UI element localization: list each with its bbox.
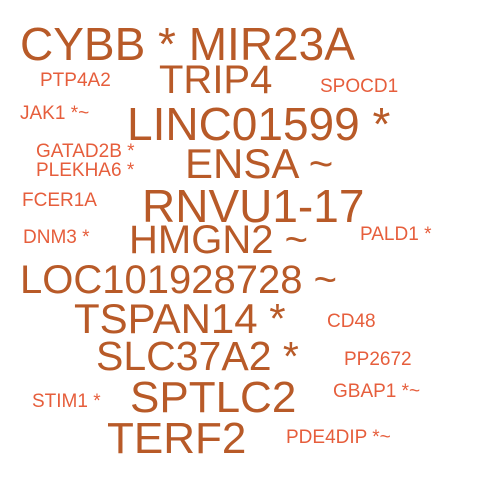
- word-spocd1: SPOCD1: [320, 76, 399, 97]
- word-plekha6: PLEKHA6 *: [36, 160, 135, 181]
- word-trip4: TRIP4: [159, 58, 273, 102]
- word-slc37a2: SLC37A2 *: [96, 333, 299, 379]
- word-jak1: JAK1 *~: [20, 103, 90, 124]
- word-cd48: CD48: [327, 311, 376, 332]
- word-terf2: TERF2: [107, 414, 247, 463]
- word-ptp4a2: PTP4A2: [40, 70, 111, 91]
- word-loc101928728: LOC101928728 ~: [20, 258, 337, 302]
- word-hmgn2: HMGN2 ~: [129, 218, 308, 262]
- word-ensa: ENSA ~: [185, 140, 334, 187]
- word-pde4dip: PDE4DIP *~: [286, 427, 391, 448]
- word-fcer1a: FCER1A: [22, 190, 97, 211]
- word-cloud: CYBB * MIR23A TRIP4 PTP4A2 SPOCD1 JAK1 *…: [0, 0, 480, 480]
- word-pp2672: PP2672: [344, 349, 412, 370]
- word-gatad2b: GATAD2B *: [36, 141, 135, 162]
- word-pald1: PALD1 *: [360, 224, 432, 245]
- word-gbap1: GBAP1 *~: [333, 381, 421, 402]
- word-stim1: STIM1 *: [32, 391, 101, 412]
- word-dnm3: DNM3 *: [23, 227, 90, 248]
